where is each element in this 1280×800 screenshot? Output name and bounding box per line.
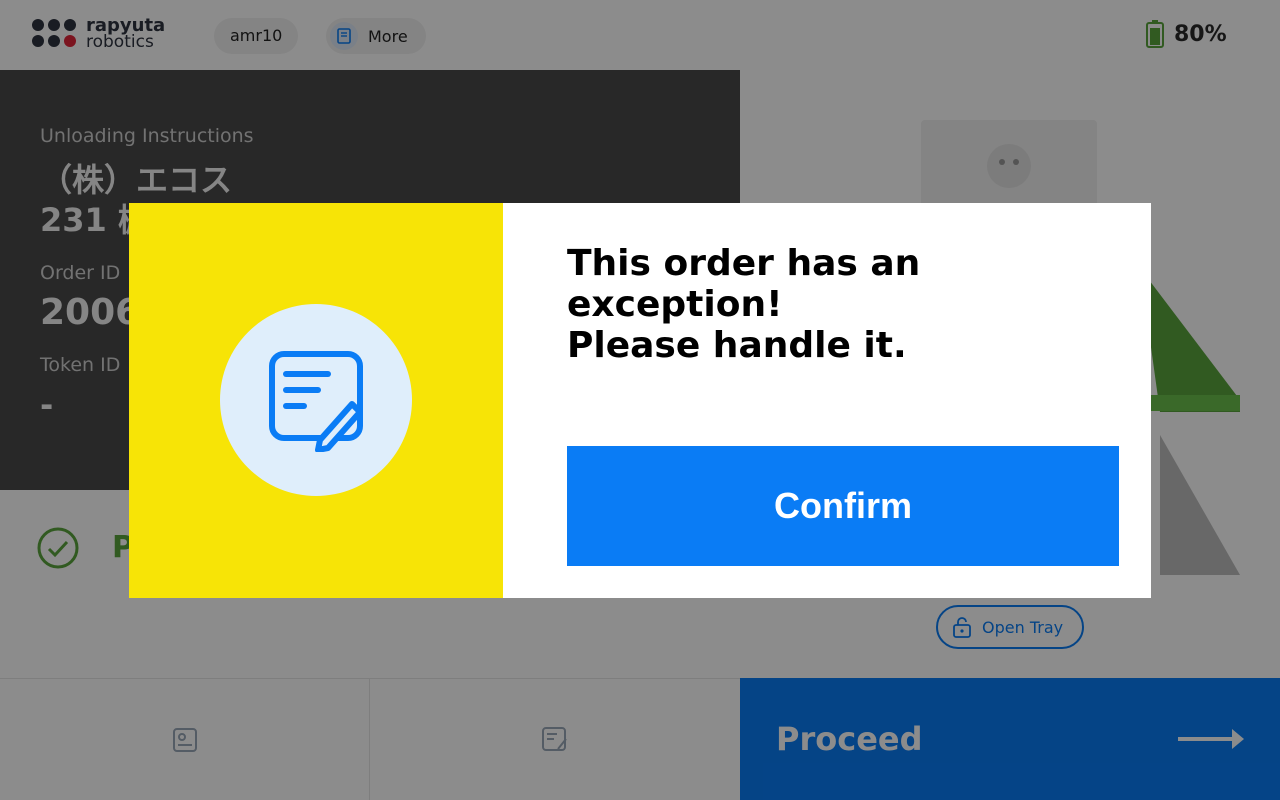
dialog-illustration-panel (129, 203, 503, 598)
dialog-title-line2: Please handle it. (567, 325, 907, 366)
dialog-icon-circle (220, 304, 412, 496)
dialog-title: This order has an exception! Please hand… (567, 243, 1127, 366)
exception-dialog: This order has an exception! Please hand… (129, 203, 1151, 598)
dialog-body: This order has an exception! Please hand… (503, 203, 1151, 598)
edit-note-icon (269, 351, 363, 452)
confirm-button[interactable]: Confirm (567, 446, 1119, 566)
dialog-title-line1: This order has an exception! (567, 243, 921, 325)
